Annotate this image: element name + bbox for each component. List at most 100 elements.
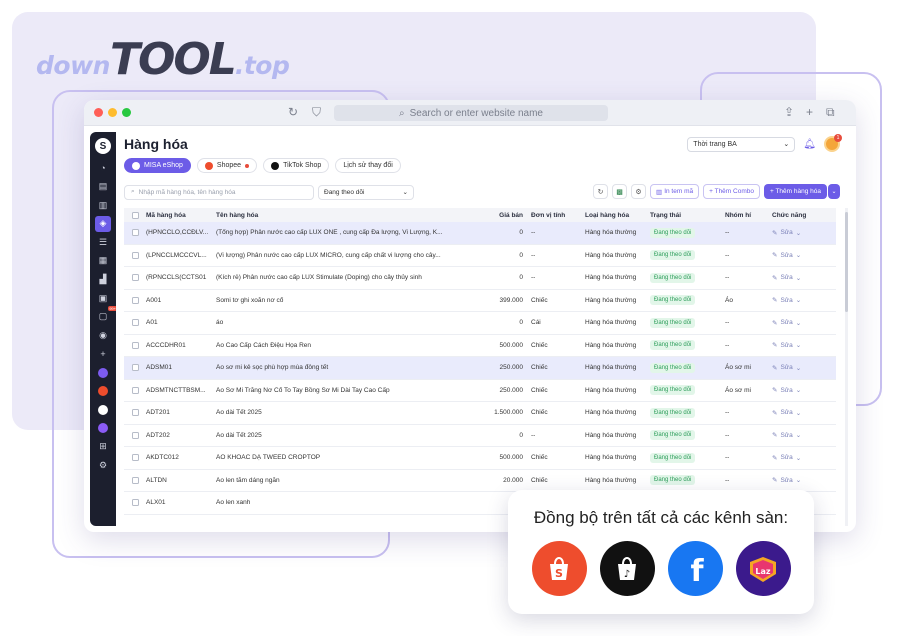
chevron-down-icon[interactable]: ⌄ [796,319,801,327]
tabs-overview-icon[interactable]: ⧉ [826,105,835,120]
header-type[interactable]: Loại hàng hóa [585,212,650,219]
table-row[interactable]: AKDTC012 ÁO KHOÁC DẠ TWEED CROPTOP 500.000… [124,447,836,470]
tab-tiktok-shop[interactable]: TikTok Shop [263,158,330,173]
row-checkbox[interactable] [124,454,146,462]
table-row[interactable]: (RPNCCLS(CCTS01 (Kích rễ) Phân nước cao c… [124,267,836,290]
bell-icon[interactable]: 🔔︎ [803,139,816,150]
table-row[interactable]: ADT202 Áo dài Tết 2025 0 -- Hàng hóa thường Đ… [124,425,836,447]
table-scrollbar[interactable] [845,208,848,526]
share-icon[interactable]: ⇪ [784,105,794,119]
select-all-checkbox[interactable] [124,211,146,219]
edit-icon[interactable]: ✎ [772,476,777,484]
row-checkbox[interactable] [124,476,146,484]
edit-button[interactable]: Sửa [780,319,792,326]
tab-misa-eshop[interactable]: MISA eShop [124,158,191,173]
tab-shopee[interactable]: Shopee [196,158,258,173]
plus-icon[interactable]: + [95,346,111,362]
table-row[interactable]: (HPNCCLO,CCĐLV... (Tổng hợp) Phân nước ca… [124,222,836,245]
row-checkbox[interactable] [124,229,146,237]
edit-button[interactable]: Sửa [780,364,792,371]
edit-icon[interactable]: ✎ [772,274,777,282]
row-checkbox[interactable] [124,341,146,349]
add-product-dropdown-button[interactable]: ⌄ [828,184,840,199]
table-row[interactable]: A01 áo 0 Cái Hàng hóa thường Đang theo dõi -- ✎… [124,312,836,335]
edit-button[interactable]: Sửa [780,342,792,349]
row-checkbox[interactable] [124,499,146,507]
edit-button[interactable]: Sửa [780,297,792,304]
row-checkbox[interactable] [124,386,146,394]
header-code[interactable]: Mã hàng hóa [146,212,216,219]
tiktok-icon[interactable] [98,404,108,415]
row-checkbox[interactable] [124,296,146,304]
product-icon[interactable]: ◈ [95,215,111,232]
broadcast-icon[interactable]: ◉ [95,327,111,343]
document-icon[interactable]: ▥ [95,197,111,213]
row-checkbox[interactable] [124,431,146,439]
edit-icon[interactable]: ✎ [772,386,777,394]
header-unit[interactable]: Đơn vị tính [529,212,585,219]
edit-button[interactable]: Sửa [780,387,792,394]
store-select[interactable]: Thời trang BA ⌄ [687,136,796,152]
close-window-button[interactable] [94,108,103,117]
row-checkbox[interactable] [124,364,146,372]
edit-icon[interactable]: ✎ [772,319,777,327]
row-checkbox[interactable] [124,251,146,259]
header-group[interactable]: Nhóm hí [725,212,772,219]
chevron-down-icon[interactable]: ⌄ [796,454,801,462]
table-row[interactable]: A001 Somi tơ ghi xoắn nơ cổ 399.000 Chiếc Hà… [124,290,836,312]
shopee-icon[interactable] [98,386,108,397]
scrollbar-thumb[interactable] [845,212,848,312]
orders-icon[interactable]: ▤ [95,179,111,195]
table-row[interactable]: (LPNCCLMCCCVL... (Vi lượng) Phân nước cao… [124,245,836,267]
table-row[interactable]: ALTDN Áo len tăm dáng ngắn 20.000 Chiếc Hàng… [124,470,836,492]
app-logo-icon[interactable]: S [95,138,111,154]
url-bar[interactable]: ⌕ Search or enter website name [334,105,608,121]
edit-icon[interactable]: ✎ [772,454,777,462]
edit-button[interactable]: Sửa [780,274,792,281]
refresh-button[interactable]: ↻ [593,184,609,199]
edit-icon[interactable]: ✎ [772,409,777,417]
apps-icon[interactable]: ⊞ [95,439,111,455]
chevron-down-icon[interactable]: ⌄ [796,251,801,259]
table-row[interactable]: ACCCDHR01 Áo Cao Cấp Cách Điệu Họa Ren 500… [124,335,836,357]
reload-icon[interactable]: ↻ [288,105,298,119]
store-icon[interactable]: ▣ [95,290,111,306]
row-checkbox[interactable] [124,274,146,282]
add-product-button[interactable]: + Thêm hàng hóa [763,184,827,199]
excel-icon[interactable]: ▩ [612,184,628,199]
edit-icon[interactable]: ✎ [772,431,777,439]
avatar[interactable]: 1 [824,134,842,152]
row-checkbox[interactable] [124,409,146,417]
edit-icon[interactable]: ✎ [772,341,777,349]
edit-button[interactable]: Sửa [780,477,792,484]
settings-button[interactable]: ⚙ [631,184,647,199]
add-combo-button[interactable]: + Thêm Combo [703,184,760,199]
chevron-down-icon[interactable]: ⌄ [796,274,801,282]
table-row[interactable]: ADSM01 Áo sơ mi kẻ sọc phù hợp mùa đông t… [124,357,836,380]
edit-icon[interactable]: ✎ [772,296,777,304]
tab-change-history[interactable]: Lịch sử thay đổi [335,158,401,173]
edit-button[interactable]: Sửa [780,409,792,416]
row-checkbox[interactable] [124,319,146,327]
chevron-down-icon[interactable]: ⌄ [796,229,801,237]
edit-icon[interactable]: ✎ [772,364,777,372]
shield-icon[interactable]: ⛉ [312,105,321,120]
maximize-window-button[interactable] [122,108,131,117]
tracking-filter-select[interactable]: Đang theo dõi ⌄ [318,184,414,200]
chevron-down-icon[interactable]: ⌄ [796,386,801,394]
chevron-down-icon[interactable]: ⌄ [796,296,801,304]
grid-icon[interactable]: ▦ [95,253,111,269]
chevron-down-icon[interactable]: ⌄ [796,364,801,372]
new-tab-icon[interactable]: + [806,105,813,119]
table-row[interactable]: ADT201 Áo dài Tết 2025 1.500.000 Chiếc Hàng … [124,402,836,425]
chevron-down-icon[interactable]: ⌄ [796,476,801,484]
edit-button[interactable]: Sửa [780,432,792,439]
channel-icon[interactable] [98,367,108,378]
report-icon[interactable]: ▟ [95,272,111,288]
chevron-down-icon[interactable]: ⌄ [796,341,801,349]
edit-icon[interactable]: ✎ [772,229,777,237]
chat-icon[interactable]: ▢ 99+ [95,305,117,325]
header-name[interactable]: Tên hàng hóa [216,212,451,219]
edit-icon[interactable]: ✎ [772,251,777,259]
minimize-window-button[interactable] [108,108,117,117]
